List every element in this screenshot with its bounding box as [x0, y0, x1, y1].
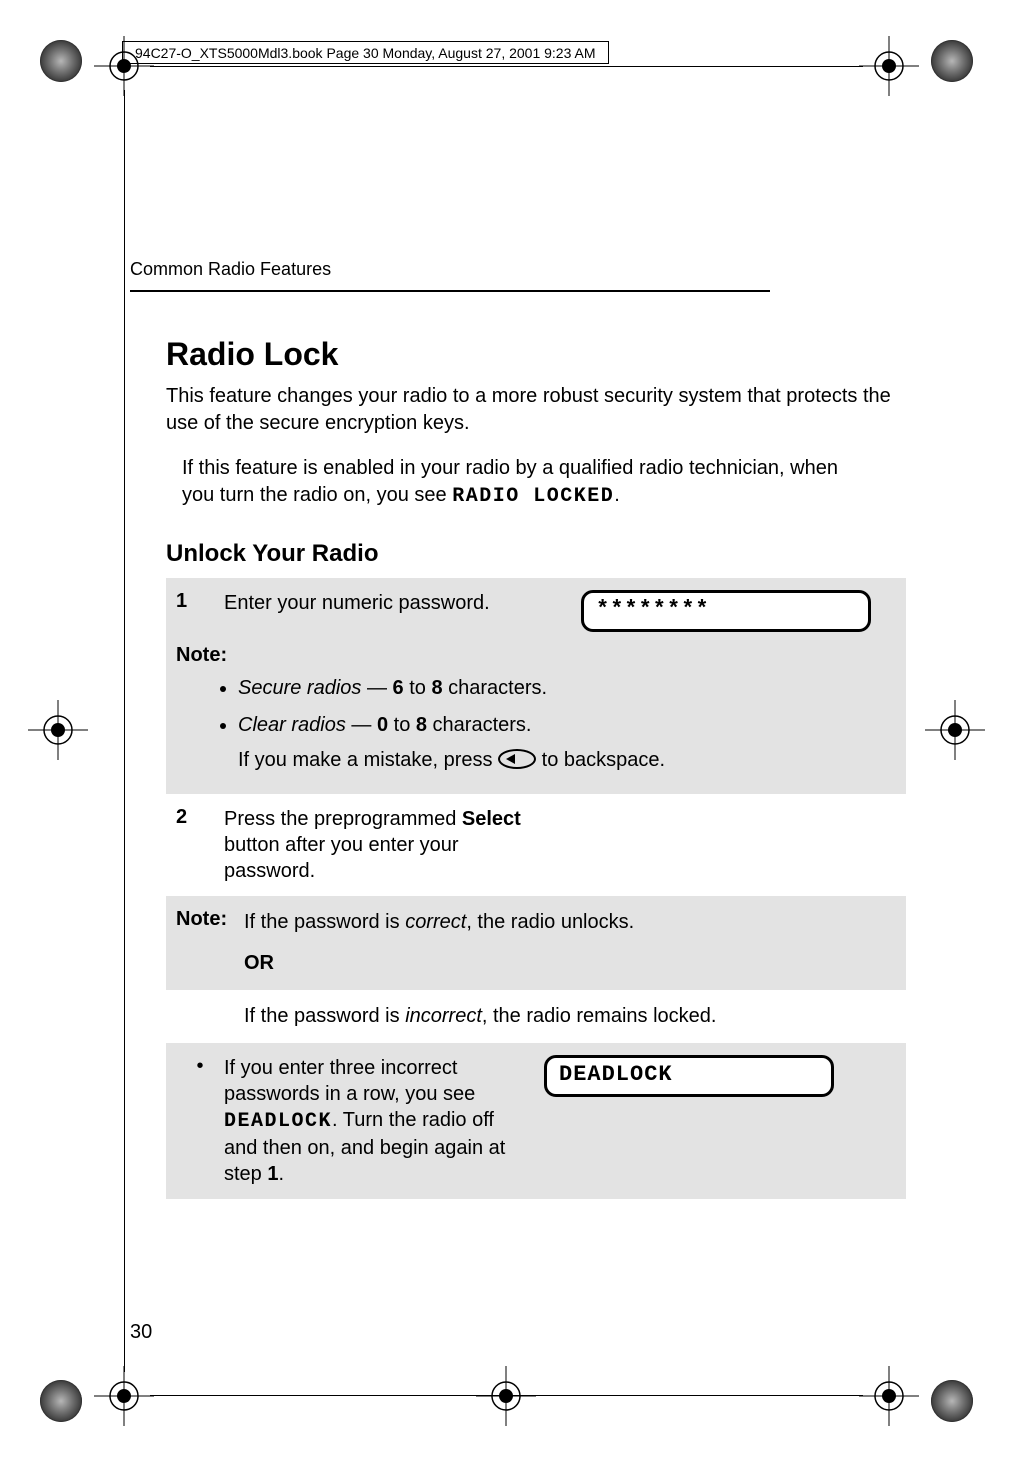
- txt: incorrect: [405, 1005, 482, 1027]
- intro-paragraph: This feature changes your radio to a mor…: [166, 383, 896, 437]
- deadlock-code: DEADLOCK: [224, 1110, 332, 1133]
- crop-circle: [40, 40, 82, 82]
- txt: 0: [377, 714, 388, 736]
- note-incorrect-block: If the password is incorrect, the radio …: [166, 990, 906, 1043]
- step-2-post: button after you enter your password.: [224, 834, 459, 882]
- page-number: 30: [130, 1321, 152, 1344]
- txt: , the radio unlocks.: [466, 911, 634, 933]
- crop-circle: [931, 1380, 973, 1422]
- hairline: [150, 66, 863, 67]
- framemaker-header: 94C27-O_XTS5000Mdl3.book Page 30 Monday,…: [122, 41, 609, 64]
- txt: , the radio remains locked.: [482, 1005, 717, 1027]
- step-2-pre: Press the preprogrammed: [224, 808, 462, 830]
- txt: characters.: [427, 714, 531, 736]
- note-label: Note:: [176, 644, 896, 667]
- radio-locked-code: RADIO LOCKED: [452, 485, 614, 508]
- note-block: Note: If the password is correct, the ra…: [166, 896, 906, 990]
- backspace-icon: [498, 749, 536, 769]
- hairline: [124, 90, 125, 1372]
- txt: .: [278, 1163, 284, 1185]
- note-bullet-list: Secure radios — 6 to 8 characters. Clear…: [176, 673, 896, 776]
- lcd-display-password: ********: [581, 590, 871, 632]
- txt: to: [404, 677, 432, 699]
- mistake-post: to backspace.: [536, 749, 665, 771]
- list-item: Secure radios — 6 to 8 characters.: [238, 673, 896, 704]
- txt: 1: [267, 1163, 278, 1185]
- reg-mark-icon: [859, 36, 919, 96]
- txt: 8: [416, 714, 427, 736]
- hairline: [150, 1395, 863, 1396]
- step-1-block: 1 Enter your numeric password. ******** …: [166, 578, 906, 794]
- note-label: Note:: [176, 908, 244, 978]
- deadlock-block: • If you enter three incorrect passwords…: [166, 1043, 906, 1199]
- txt: to: [388, 714, 416, 736]
- crop-circle: [931, 40, 973, 82]
- sub-intro-paragraph: If this feature is enabled in your radio…: [182, 455, 872, 510]
- txt: 6: [393, 677, 404, 699]
- framemaker-header-text: 94C27-O_XTS5000Mdl3.book Page 30 Monday,…: [135, 45, 596, 61]
- step-number: 2: [176, 806, 224, 884]
- reg-mark-icon: [94, 1366, 154, 1426]
- mistake-pre: If you make a mistake, press: [238, 749, 498, 771]
- bullet-secure-em: Secure radios: [238, 677, 361, 699]
- crop-circle: [40, 1380, 82, 1422]
- reg-mark-icon: [925, 700, 985, 760]
- bullet-clear-em: Clear radios: [238, 714, 346, 736]
- txt: If the password is: [244, 1005, 405, 1027]
- page-body: Common Radio Features Radio Lock This fe…: [130, 259, 878, 1199]
- txt: If the password is: [244, 911, 405, 933]
- step-2-block: 2 Press the preprogrammed Select button …: [166, 794, 906, 896]
- list-item: Clear radios — 0 to 8 characters. If you…: [238, 710, 896, 776]
- step-number: 1: [176, 590, 224, 632]
- txt: correct: [405, 911, 466, 933]
- txt: 8: [431, 677, 442, 699]
- running-rule: [130, 290, 770, 292]
- step-1-text: Enter your numeric password.: [224, 590, 561, 632]
- txt: If you enter three incorrect passwords i…: [224, 1057, 475, 1105]
- txt: characters.: [443, 677, 547, 699]
- lcd-display-deadlock: DEADLOCK: [544, 1055, 834, 1097]
- section-heading: Unlock Your Radio: [166, 540, 878, 568]
- note-or: OR: [244, 949, 634, 978]
- running-head: Common Radio Features: [130, 259, 878, 280]
- step-2-bold: Select: [462, 808, 521, 830]
- txt: —: [361, 677, 392, 699]
- reg-mark-icon: [476, 1366, 536, 1426]
- txt: —: [346, 714, 377, 736]
- page-title: Radio Lock: [166, 336, 878, 373]
- reg-mark-icon: [859, 1366, 919, 1426]
- reg-mark-icon: [28, 700, 88, 760]
